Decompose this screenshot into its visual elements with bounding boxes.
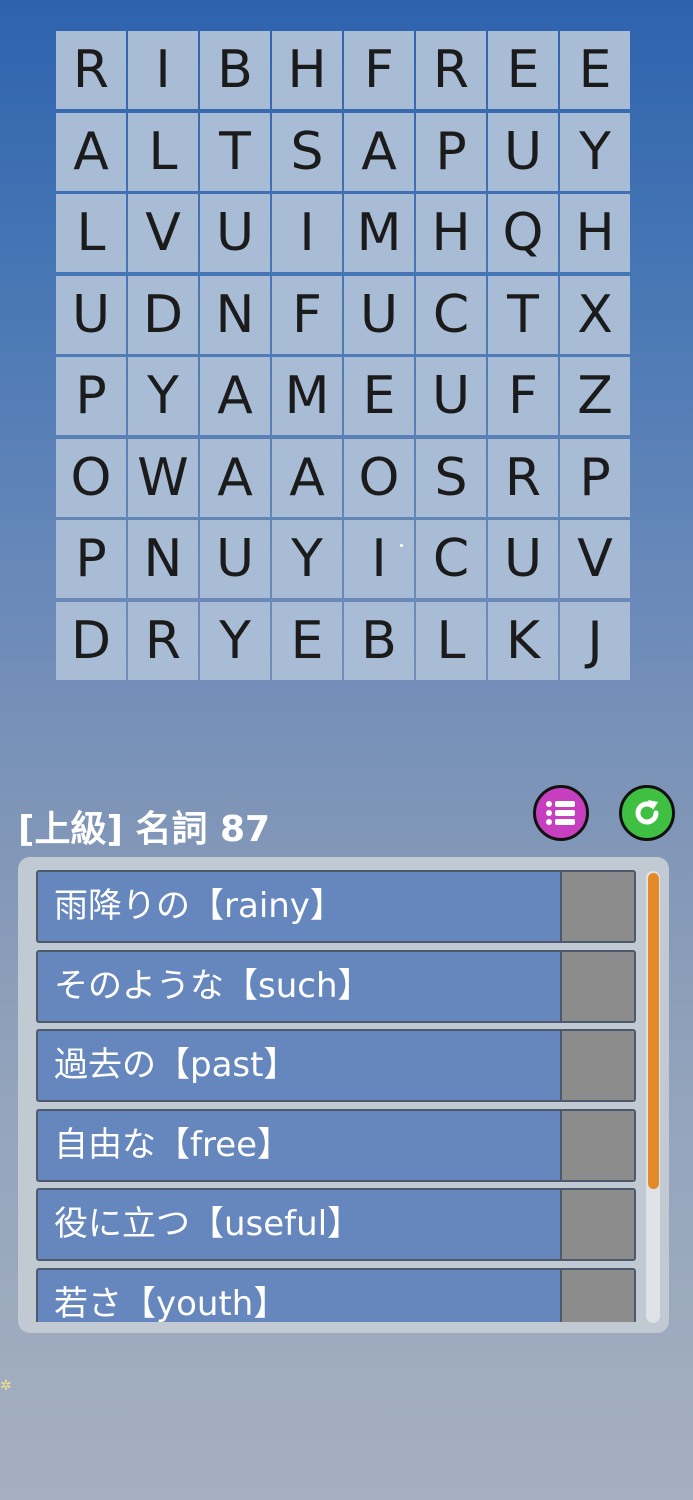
letter-cell[interactable]: V bbox=[560, 520, 630, 598]
word-list-item[interactable]: そのような【such】 bbox=[36, 949, 636, 1023]
word-list-item[interactable]: 自由な【free】 bbox=[36, 1108, 636, 1182]
letter-cell[interactable]: U bbox=[200, 194, 270, 272]
word-label: 雨降りの【rainy】 bbox=[54, 886, 344, 926]
letter-cell[interactable]: E bbox=[560, 31, 630, 109]
reset-button[interactable] bbox=[619, 785, 675, 841]
letter-cell[interactable]: C bbox=[416, 520, 486, 598]
letter-cell[interactable]: S bbox=[272, 112, 342, 191]
letter-cell[interactable]: K bbox=[488, 601, 558, 680]
letter-cell[interactable]: D bbox=[56, 601, 126, 680]
letter-cell[interactable]: A bbox=[200, 438, 270, 517]
letter-cell[interactable]: H bbox=[416, 194, 486, 272]
word-label: 役に立つ【useful】 bbox=[54, 1204, 362, 1244]
letter-cell[interactable]: R bbox=[416, 31, 486, 109]
letter-cell[interactable]: R bbox=[56, 31, 126, 109]
letter-cell[interactable]: Y bbox=[128, 357, 198, 435]
letter-cell[interactable]: A bbox=[344, 112, 414, 191]
letter-cell[interactable]: U bbox=[344, 275, 414, 354]
word-found-checkbox bbox=[560, 951, 634, 1021]
word-list[interactable]: 雨降りの【rainy】 そのような【such】 過去の【past】 自由な【free】… bbox=[36, 870, 640, 1322]
letter-cell[interactable]: M bbox=[344, 194, 414, 272]
letter-cell[interactable]: B bbox=[344, 601, 414, 680]
letter-cell[interactable]: H bbox=[272, 31, 342, 109]
letter-cell[interactable]: R bbox=[488, 438, 558, 517]
letter-cell[interactable]: H bbox=[560, 194, 630, 272]
word-list-button[interactable] bbox=[533, 785, 589, 841]
word-list-item[interactable]: 過去の【past】 bbox=[36, 1029, 636, 1102]
letter-cell[interactable]: A bbox=[200, 357, 270, 435]
word-list-item[interactable]: 雨降りの【rainy】 bbox=[36, 870, 636, 943]
page-title: [上級] 名詞 87 bbox=[18, 809, 271, 850]
letter-cell[interactable]: N bbox=[128, 520, 198, 598]
word-label: 若さ【youth】 bbox=[54, 1283, 288, 1323]
letter-cell[interactable]: P bbox=[560, 438, 630, 517]
word-found-checkbox bbox=[560, 1269, 634, 1322]
letter-cell[interactable]: E bbox=[488, 31, 558, 109]
letter-cell[interactable]: P bbox=[416, 112, 486, 191]
list-icon bbox=[546, 801, 575, 825]
sparkle-icon: ✲ bbox=[0, 1378, 12, 1394]
letter-cell[interactable]: U bbox=[200, 520, 270, 598]
letter-cell[interactable]: E bbox=[344, 357, 414, 435]
word-label: そのような【such】 bbox=[54, 965, 372, 1006]
word-list-item[interactable]: 若さ【youth】 bbox=[36, 1267, 636, 1323]
word-found-checkbox bbox=[560, 1031, 634, 1100]
letter-cell[interactable]: E bbox=[272, 601, 342, 680]
letter-cell[interactable]: V bbox=[128, 194, 198, 272]
word-found-checkbox bbox=[560, 1190, 634, 1259]
letter-cell[interactable]: U bbox=[56, 275, 126, 354]
letter-cell[interactable]: I bbox=[344, 520, 414, 598]
word-found-checkbox bbox=[560, 1110, 634, 1180]
scrollbar-thumb[interactable] bbox=[648, 873, 659, 1189]
letter-cell[interactable]: S bbox=[416, 438, 486, 517]
sparkle-dot bbox=[400, 544, 403, 547]
letter-cell[interactable]: U bbox=[416, 357, 486, 435]
letter-cell[interactable]: U bbox=[488, 520, 558, 598]
letter-cell[interactable]: A bbox=[272, 438, 342, 517]
letter-cell[interactable]: Z bbox=[560, 357, 630, 435]
letter-cell[interactable]: P bbox=[56, 357, 126, 435]
letter-cell[interactable]: O bbox=[56, 438, 126, 517]
letter-cell[interactable]: R bbox=[128, 601, 198, 680]
letter-cell[interactable]: T bbox=[200, 112, 270, 191]
letter-cell[interactable]: T bbox=[488, 275, 558, 354]
letter-cell[interactable]: Y bbox=[200, 601, 270, 680]
word-list-item[interactable]: 役に立つ【useful】 bbox=[36, 1188, 636, 1261]
letter-cell[interactable]: X bbox=[560, 275, 630, 354]
letter-cell[interactable]: U bbox=[488, 112, 558, 191]
letter-cell[interactable]: Y bbox=[560, 112, 630, 191]
letter-cell[interactable]: I bbox=[272, 194, 342, 272]
refresh-icon bbox=[635, 800, 659, 825]
letter-cell[interactable]: B bbox=[200, 31, 270, 109]
letter-cell[interactable]: I bbox=[128, 31, 198, 109]
letter-cell[interactable]: L bbox=[56, 194, 126, 272]
letter-cell[interactable]: Q bbox=[488, 194, 558, 272]
letter-cell[interactable]: J bbox=[560, 601, 630, 680]
letter-cell[interactable]: W bbox=[128, 438, 198, 517]
letter-cell[interactable]: M bbox=[272, 357, 342, 435]
letter-cell[interactable]: N bbox=[200, 275, 270, 354]
word-found-checkbox bbox=[560, 872, 634, 941]
letter-cell[interactable]: L bbox=[128, 112, 198, 191]
letter-cell[interactable]: F bbox=[488, 357, 558, 435]
letter-cell[interactable]: O bbox=[344, 438, 414, 517]
letter-cell[interactable]: C bbox=[416, 275, 486, 354]
word-label: 過去の【past】 bbox=[54, 1045, 298, 1085]
letter-cell[interactable]: P bbox=[56, 520, 126, 598]
letter-cell[interactable]: F bbox=[344, 31, 414, 109]
letter-cell[interactable]: L bbox=[416, 601, 486, 680]
letter-cell[interactable]: D bbox=[128, 275, 198, 354]
letter-cell[interactable]: A bbox=[56, 112, 126, 191]
letter-cell[interactable]: Y bbox=[272, 520, 342, 598]
letter-grid: RIBHFREEALTSAPUYLVUIMHQHUDNFUCTXPYAMEUFZ… bbox=[56, 31, 632, 681]
word-label: 自由な【free】 bbox=[54, 1124, 292, 1165]
letter-cell[interactable]: F bbox=[272, 275, 342, 354]
